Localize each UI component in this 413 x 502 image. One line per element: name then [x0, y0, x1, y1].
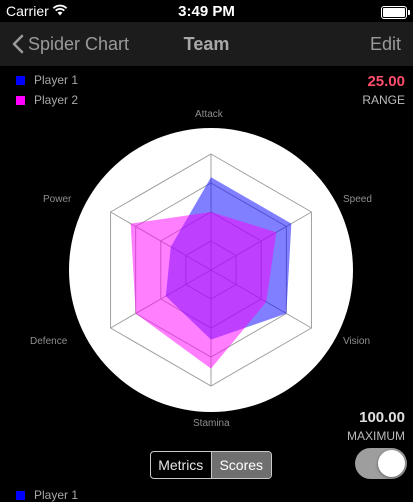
status-bar: Carrier 3:49 PM	[0, 0, 413, 22]
axis-label-speed: Speed	[342, 194, 372, 205]
axis-label-power: Power	[43, 194, 72, 205]
spider-chart-svg	[69, 128, 353, 412]
clock: 3:49 PM	[178, 3, 235, 20]
bottom-legend-label: Player 1	[34, 488, 79, 502]
battery-icon	[381, 6, 410, 19]
axis-label-stamina: Stamina	[193, 418, 230, 429]
segment-scores[interactable]: Scores	[210, 452, 271, 478]
range-label: RANGE	[362, 93, 405, 107]
range-value: 25.00	[367, 73, 405, 90]
segmented-control: Metrics Scores	[150, 451, 272, 479]
toggle-switch[interactable]	[355, 448, 407, 479]
navigation-bar: Spider Chart Team Edit	[0, 22, 413, 66]
axis-label-attack: Attack	[195, 109, 223, 120]
maximum-label: MAXIMUM	[347, 429, 405, 443]
legend-swatch-player-2	[16, 95, 25, 105]
toggle-knob	[378, 450, 405, 477]
axis-label-defence: Defence	[30, 336, 68, 347]
page-title: Team	[183, 34, 230, 54]
bottom-legend-swatch	[16, 490, 25, 500]
bottom-legend-item-player-1: Player 1	[16, 488, 78, 502]
maximum-value: 100.00	[359, 409, 405, 426]
segment-metrics[interactable]: Metrics	[151, 452, 211, 478]
legend-label-player-1: Player 1	[34, 73, 79, 87]
edit-button[interactable]: Edit	[370, 34, 401, 55]
legend-label-player-2: Player 2	[34, 93, 79, 107]
legend-item-player-1: Player 1	[16, 73, 78, 87]
legend-swatch-player-1	[16, 75, 25, 85]
legend-item-player-2: Player 2	[16, 93, 78, 107]
spider-chart[interactable]: Attack Speed Vision Stamina Defence Powe…	[0, 108, 413, 443]
axis-label-vision: Vision	[342, 336, 371, 347]
